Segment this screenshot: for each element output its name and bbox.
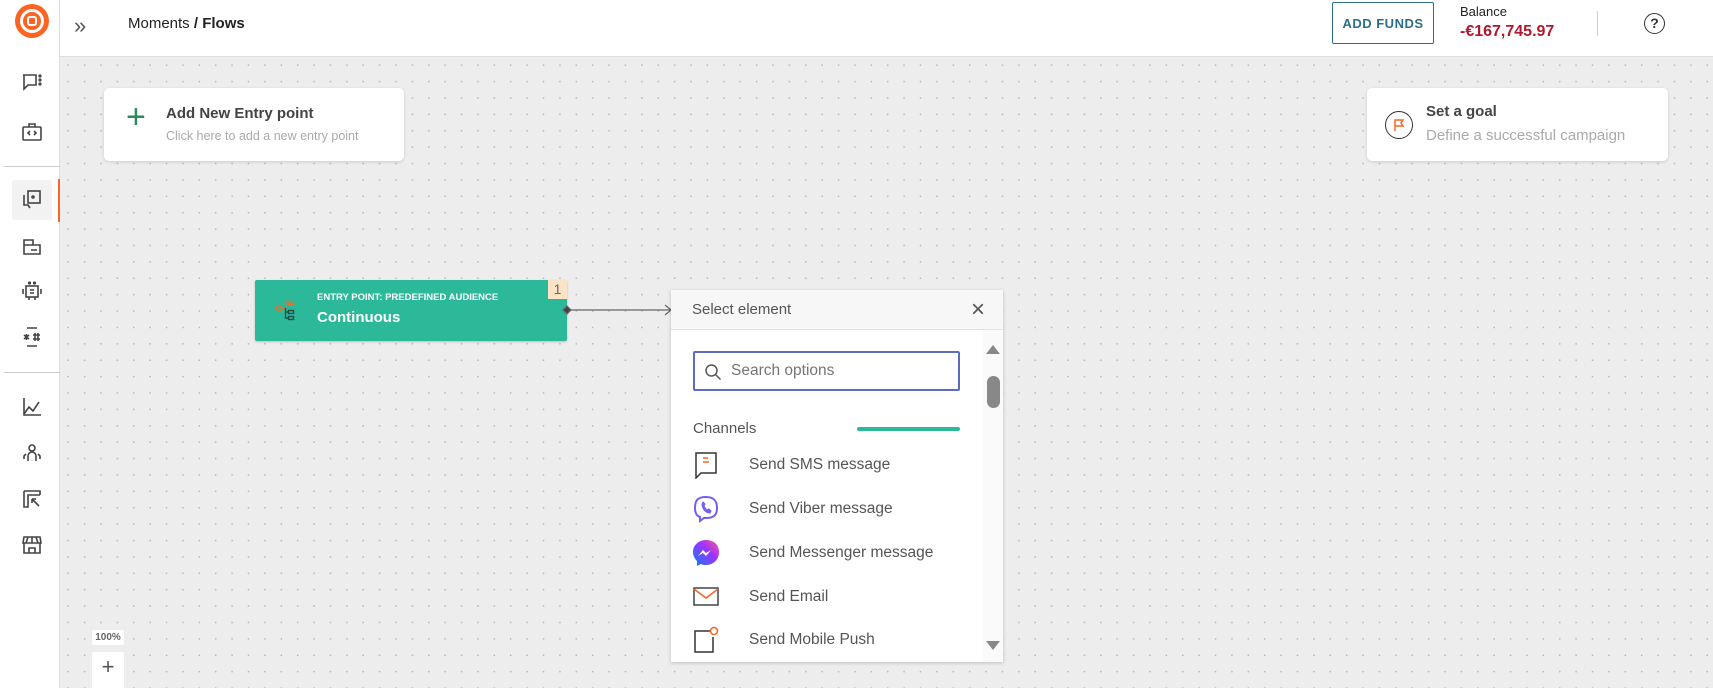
set-goal-card[interactable]: Set a goal Define a successful campaign: [1367, 88, 1668, 161]
item-label: Send Messenger message: [749, 544, 934, 561]
email-icon: [691, 582, 721, 612]
top-bar: » Moments / Flows ADD FUNDS Balance -€16…: [60, 0, 1713, 57]
add-entry-point-card[interactable]: + Add New Entry point Click here to add …: [104, 88, 404, 161]
expand-sidebar-icon[interactable]: »: [74, 13, 86, 39]
hash-icon[interactable]: [12, 317, 52, 357]
bot-icon[interactable]: [12, 271, 52, 311]
analytics-icon[interactable]: [12, 387, 52, 427]
item-label: Send Email: [749, 588, 829, 605]
entry-node-value: Continuous: [317, 309, 401, 326]
exports-icon[interactable]: [12, 479, 52, 519]
add-funds-button[interactable]: ADD FUNDS: [1332, 2, 1434, 44]
search-box: [693, 351, 960, 391]
list-item[interactable]: Send Viber message: [691, 489, 893, 529]
chat-dots-icon[interactable]: [12, 63, 52, 103]
panel-title: Select element: [692, 301, 792, 318]
breadcrumb-current: Flows: [202, 15, 245, 32]
header-divider: [1597, 11, 1598, 36]
zoom-level: 100%: [92, 630, 124, 645]
item-label: Send Mobile Push: [749, 631, 875, 648]
scroll-up-arrow[interactable]: [986, 345, 1000, 354]
search-input[interactable]: [731, 359, 951, 383]
item-label: Send SMS message: [749, 456, 891, 473]
code-briefcase-icon[interactable]: [12, 112, 52, 152]
item-label: Send Viber message: [749, 500, 893, 517]
breadcrumb: Moments / Flows: [128, 15, 245, 32]
close-icon[interactable]: ×: [971, 296, 985, 324]
list-item[interactable]: Send Mobile Push: [691, 620, 875, 660]
logo[interactable]: [15, 4, 49, 38]
plus-icon: +: [126, 98, 146, 136]
search-icon: [705, 364, 722, 381]
balance-value: -€167,745.97: [1460, 23, 1555, 40]
add-entry-title: Add New Entry point: [166, 105, 314, 122]
list-item[interactable]: Send Messenger message: [691, 533, 933, 573]
sms-icon: [691, 450, 721, 480]
people-icon[interactable]: [12, 433, 52, 473]
select-element-panel: Select element × Channels Send SMS messa…: [671, 290, 1003, 662]
forms-icon[interactable]: [12, 226, 52, 266]
list-item[interactable]: Send Email: [691, 577, 828, 617]
panel-scrollbar[interactable]: [983, 330, 1003, 662]
breadcrumb-parent[interactable]: Moments: [128, 15, 190, 32]
entry-node-badge: 1: [548, 280, 567, 299]
viber-icon: [691, 494, 721, 524]
list-item[interactable]: Send SMS message: [691, 445, 890, 485]
scroll-thumb[interactable]: [987, 376, 1000, 408]
panel-header: Select element ×: [671, 290, 1003, 330]
connector-arrow: [562, 304, 672, 316]
zoom-in-button[interactable]: +: [92, 652, 124, 688]
flows-icon[interactable]: [12, 180, 52, 220]
messenger-icon: [691, 538, 721, 568]
scroll-down-arrow[interactable]: [986, 641, 1000, 650]
audience-icon: [275, 300, 295, 321]
balance-label: Balance: [1460, 4, 1507, 19]
store-icon[interactable]: [12, 525, 52, 565]
help-icon[interactable]: ?: [1644, 13, 1665, 34]
section-progress-bar: [857, 427, 960, 431]
flag-icon: [1385, 111, 1413, 139]
add-entry-subtitle: Click here to add a new entry point: [166, 129, 359, 143]
breadcrumb-separator: /: [189, 15, 203, 32]
section-channels: Channels: [693, 420, 757, 437]
goal-title: Set a goal: [1426, 103, 1497, 120]
entry-node-label: ENTRY POINT: PREDEFINED AUDIENCE: [317, 292, 499, 303]
entry-point-node[interactable]: ENTRY POINT: PREDEFINED AUDIENCE Continu…: [255, 280, 567, 341]
goal-subtitle: Define a successful campaign: [1426, 127, 1626, 144]
sidebar: [0, 0, 60, 688]
mobile-push-icon: [691, 625, 721, 655]
